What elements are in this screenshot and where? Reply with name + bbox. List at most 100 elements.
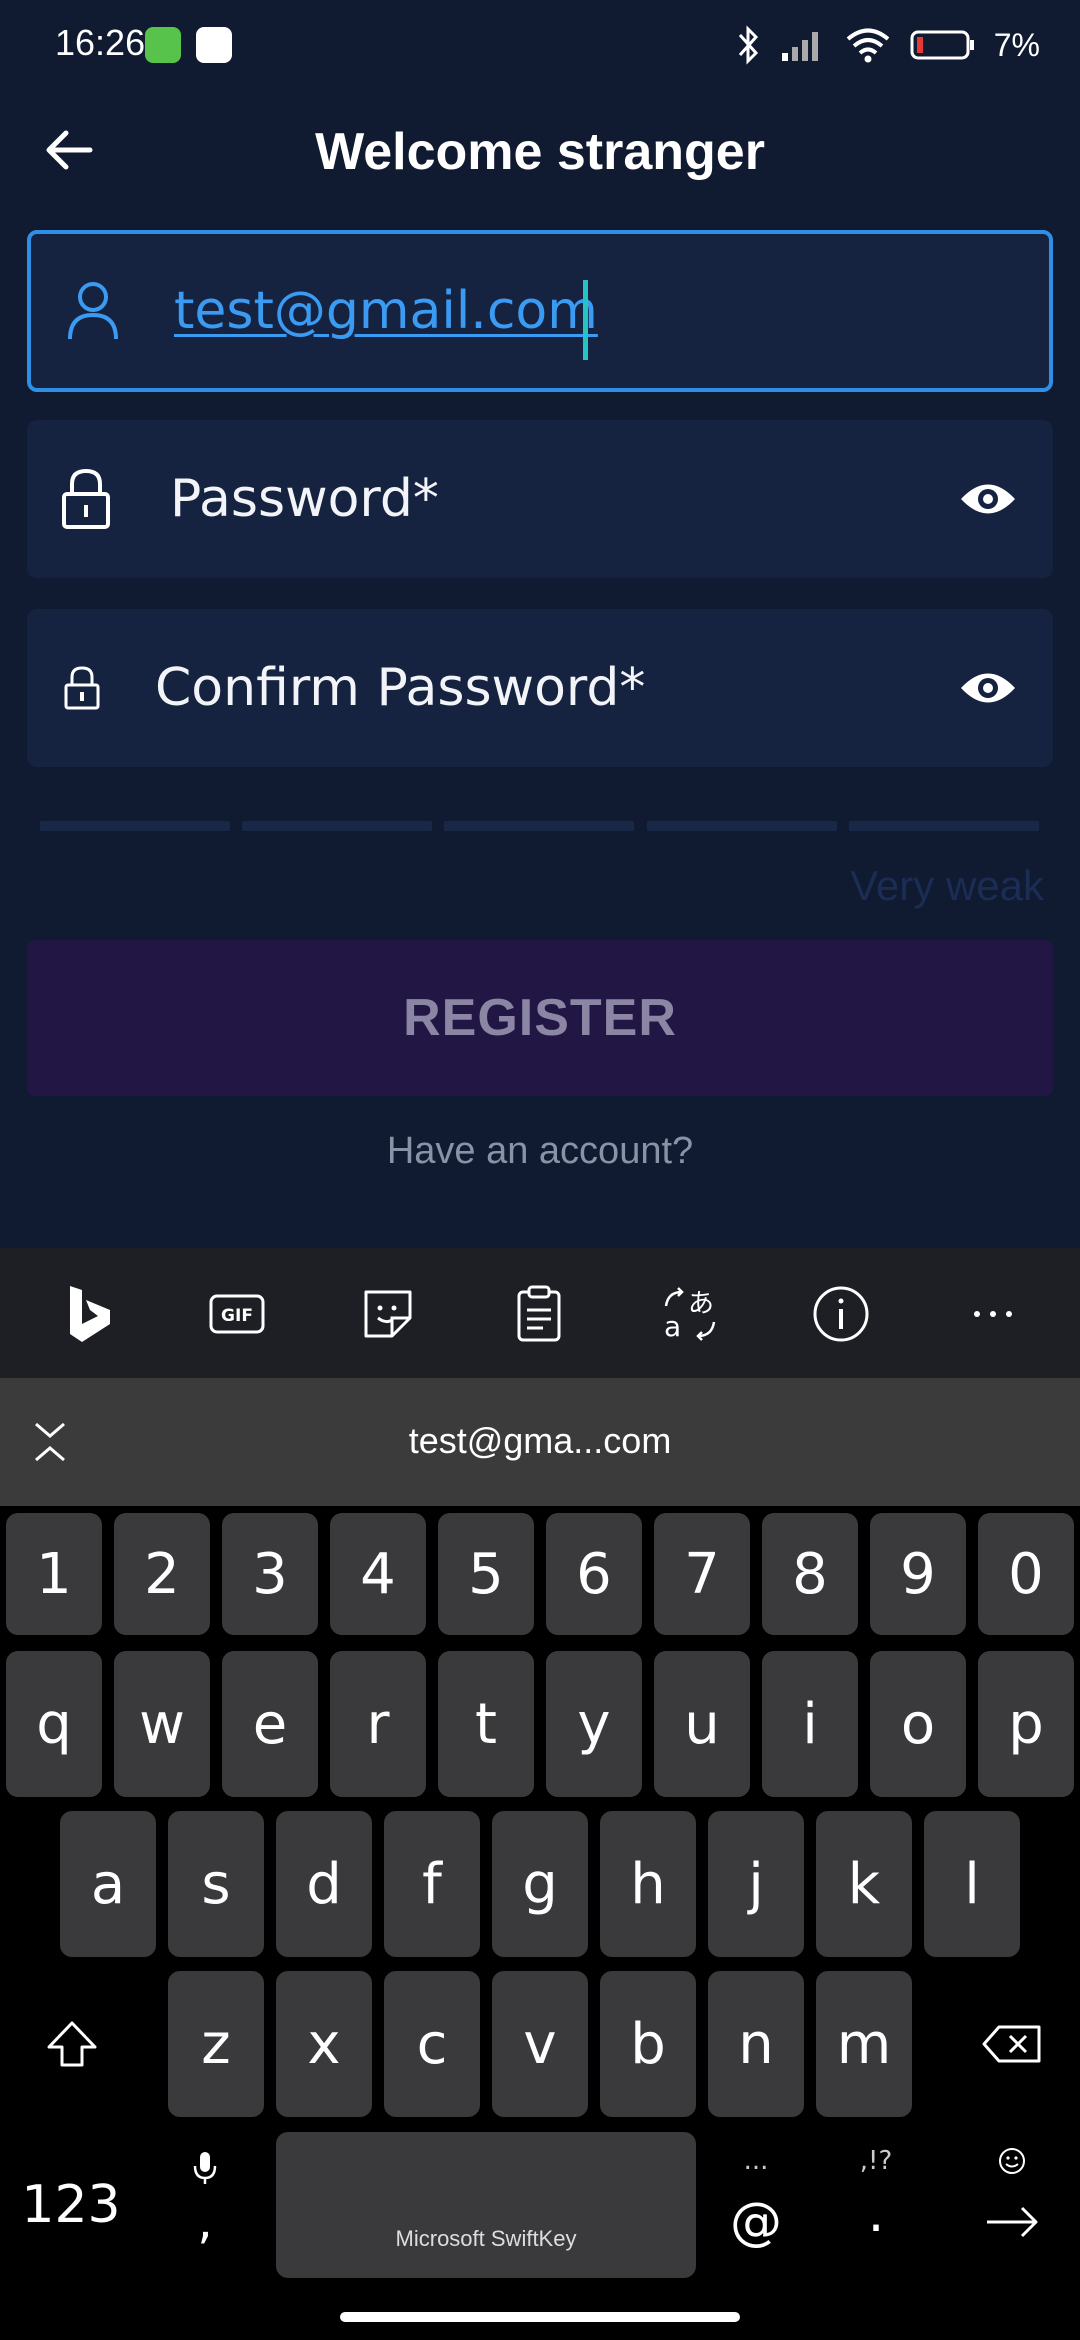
key-c[interactable]: c bbox=[384, 1971, 480, 2117]
strength-segment bbox=[40, 821, 230, 831]
key-x[interactable]: x bbox=[276, 1971, 372, 2117]
eye-icon[interactable] bbox=[959, 480, 1017, 518]
email-input-value[interactable]: test@gmail.com bbox=[174, 281, 598, 341]
strength-segment bbox=[849, 821, 1039, 831]
numbers-key[interactable]: 123 bbox=[6, 2132, 136, 2278]
key-1[interactable]: 1 bbox=[6, 1513, 102, 1635]
key-0[interactable]: 0 bbox=[978, 1513, 1074, 1635]
text-caret bbox=[583, 280, 588, 360]
key-f[interactable]: f bbox=[384, 1811, 480, 1957]
period-key-sub: ,!? bbox=[859, 2146, 893, 2176]
space-key[interactable]: Microsoft SwiftKey bbox=[276, 2132, 696, 2278]
lock-icon bbox=[62, 468, 110, 529]
strength-segment bbox=[242, 821, 432, 831]
period-key[interactable]: ,!? . bbox=[824, 2132, 928, 2278]
key-l[interactable]: l bbox=[924, 1811, 1020, 1957]
key-i[interactable]: i bbox=[762, 1651, 858, 1797]
battery-icon bbox=[910, 30, 974, 60]
key-4[interactable]: 4 bbox=[330, 1513, 426, 1635]
key-s[interactable]: s bbox=[168, 1811, 264, 1957]
sticker-icon[interactable] bbox=[358, 1284, 418, 1344]
app-notification-icon bbox=[145, 27, 181, 63]
page-title: Welcome stranger bbox=[315, 123, 765, 181]
translate-icon[interactable]: aあ bbox=[660, 1284, 720, 1344]
svg-text:a: a bbox=[664, 1310, 681, 1343]
arrow-right-icon bbox=[987, 2206, 1038, 2238]
confirm-password-placeholder: Confirm Password* bbox=[155, 658, 646, 718]
key-n[interactable]: n bbox=[708, 1971, 804, 2117]
key-3[interactable]: 3 bbox=[222, 1513, 318, 1635]
more-icon[interactable] bbox=[963, 1284, 1023, 1344]
have-account-link[interactable]: Have an account? bbox=[0, 1130, 1080, 1173]
comma-label: , bbox=[197, 2194, 213, 2250]
key-6[interactable]: 6 bbox=[546, 1513, 642, 1635]
status-time: 16:26 bbox=[55, 22, 146, 63]
key-r[interactable]: r bbox=[330, 1651, 426, 1797]
shift-key[interactable] bbox=[20, 1971, 124, 2117]
at-key[interactable]: ... @ bbox=[704, 2132, 808, 2278]
strength-segment bbox=[647, 821, 837, 831]
svg-text:あ: あ bbox=[688, 1289, 714, 1319]
email-field[interactable]: test@gmail.com bbox=[27, 230, 1053, 392]
key-u[interactable]: u bbox=[654, 1651, 750, 1797]
suggestion-bar: test@gma...com bbox=[0, 1378, 1080, 1506]
key-5[interactable]: 5 bbox=[438, 1513, 534, 1635]
enter-key[interactable] bbox=[960, 2132, 1064, 2278]
key-y[interactable]: y bbox=[546, 1651, 642, 1797]
period-label: . bbox=[867, 2184, 885, 2244]
key-e[interactable]: e bbox=[222, 1651, 318, 1797]
key-z[interactable]: z bbox=[168, 1971, 264, 2117]
at-label: @ bbox=[730, 2192, 782, 2252]
password-strength-label: Very weak bbox=[850, 862, 1044, 909]
shift-icon bbox=[47, 2021, 97, 2067]
key-w[interactable]: w bbox=[114, 1651, 210, 1797]
keyboard: 1 2 3 4 5 6 7 8 9 0 q w e r t y u i o p … bbox=[0, 1506, 1080, 2340]
key-8[interactable]: 8 bbox=[762, 1513, 858, 1635]
suggestion-item[interactable]: test@gma...com bbox=[0, 1420, 1080, 1462]
wifi-icon bbox=[846, 28, 890, 63]
register-button[interactable]: REGISTER bbox=[27, 940, 1053, 1096]
key-k[interactable]: k bbox=[816, 1811, 912, 1957]
key-o[interactable]: o bbox=[870, 1651, 966, 1797]
key-g[interactable]: g bbox=[492, 1811, 588, 1957]
collapse-icon[interactable] bbox=[30, 1420, 70, 1464]
comma-key[interactable]: , bbox=[150, 2132, 260, 2278]
key-h[interactable]: h bbox=[600, 1811, 696, 1957]
key-j[interactable]: j bbox=[708, 1811, 804, 1957]
microphone-icon bbox=[193, 2152, 217, 2184]
status-bar: 16:26 7% bbox=[0, 0, 1080, 90]
key-9[interactable]: 9 bbox=[870, 1513, 966, 1635]
space-label: Microsoft SwiftKey bbox=[395, 2226, 577, 2251]
bing-icon[interactable] bbox=[60, 1284, 120, 1344]
at-key-sub: ... bbox=[743, 2146, 769, 2176]
key-d[interactable]: d bbox=[276, 1811, 372, 1957]
home-indicator[interactable] bbox=[340, 2312, 740, 2322]
gif-icon[interactable]: GIF bbox=[207, 1284, 267, 1344]
lock-icon bbox=[64, 666, 100, 710]
bluetooth-icon bbox=[738, 25, 758, 65]
key-v[interactable]: v bbox=[492, 1971, 588, 2117]
key-2[interactable]: 2 bbox=[114, 1513, 210, 1635]
eye-icon[interactable] bbox=[959, 669, 1017, 707]
password-field[interactable]: Password* bbox=[27, 420, 1053, 578]
info-icon[interactable] bbox=[811, 1284, 871, 1344]
key-a[interactable]: a bbox=[60, 1811, 156, 1957]
key-7[interactable]: 7 bbox=[654, 1513, 750, 1635]
signal-icon bbox=[781, 32, 818, 61]
key-b[interactable]: b bbox=[600, 1971, 696, 2117]
backspace-key[interactable] bbox=[960, 1971, 1064, 2117]
password-placeholder: Password* bbox=[170, 469, 439, 529]
confirm-password-field[interactable]: Confirm Password* bbox=[27, 609, 1053, 767]
user-icon bbox=[68, 282, 118, 340]
smiley-icon bbox=[999, 2148, 1025, 2174]
clipboard-icon[interactable] bbox=[509, 1284, 569, 1344]
key-m[interactable]: m bbox=[816, 1971, 912, 2117]
app-notification-icon bbox=[196, 27, 232, 63]
status-icons: 7% bbox=[734, 20, 1040, 70]
key-q[interactable]: q bbox=[6, 1651, 102, 1797]
key-t[interactable]: t bbox=[438, 1651, 534, 1797]
key-p[interactable]: p bbox=[978, 1651, 1074, 1797]
battery-percent: 7% bbox=[993, 26, 1040, 63]
svg-text:GIF: GIF bbox=[221, 1306, 253, 1326]
keyboard-toolbar: GIF aあ bbox=[0, 1248, 1080, 1378]
